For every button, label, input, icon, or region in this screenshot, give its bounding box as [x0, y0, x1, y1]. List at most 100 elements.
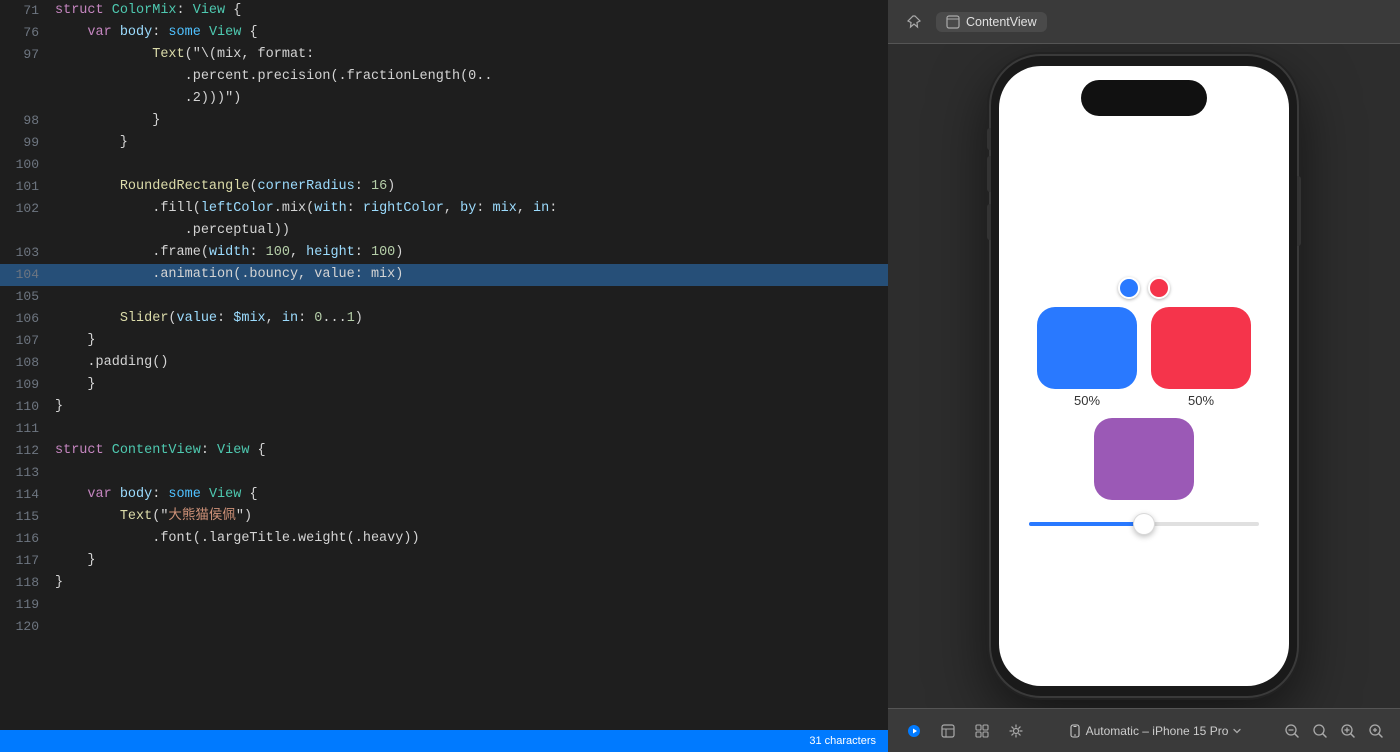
screen-content: 50% 50% [999, 116, 1289, 686]
code-line-97[interactable]: 97 Text("\(mix, format: [0, 44, 888, 66]
line-number: 71 [0, 0, 55, 22]
code-line-115[interactable]: 115 Text("大熊猫侯佩") [0, 506, 888, 528]
inspect-button[interactable] [934, 717, 962, 745]
grid-icon [975, 724, 989, 738]
content-view-badge[interactable]: ContentView [936, 12, 1047, 32]
line-number: 102 [0, 198, 55, 220]
code-line-103[interactable]: 103 .frame(width: 100, height: 100) [0, 242, 888, 264]
code-line-104[interactable]: 104 .animation(.bouncy, value: mix) [0, 264, 888, 286]
left-color-box [1037, 307, 1137, 389]
zoom-reset-icon [1368, 723, 1384, 739]
code-line-120[interactable]: 120 [0, 616, 888, 638]
code-line-106[interactable]: 106 Slider(value: $mix, in: 0...1) [0, 308, 888, 330]
bottom-left-icons [900, 717, 1030, 745]
play-icon [907, 724, 921, 738]
line-content: Text("\(mix, format: [55, 44, 888, 66]
slider-thumb[interactable] [1133, 513, 1155, 535]
code-line-109[interactable]: 109 } [0, 374, 888, 396]
mixed-color-box [1094, 418, 1194, 500]
code-line-114[interactable]: 114 var body: some View { [0, 484, 888, 506]
code-line-100[interactable]: 100 [0, 154, 888, 176]
line-number: 118 [0, 572, 55, 594]
line-number: 119 [0, 594, 55, 616]
line-content: } [55, 132, 888, 154]
slider-track [1029, 522, 1259, 526]
char-count-label: 31 characters [809, 735, 876, 747]
line-number: 109 [0, 374, 55, 396]
line-number: 117 [0, 550, 55, 572]
code-line-extra-4[interactable]: .2)))") [0, 88, 888, 110]
code-line-99[interactable]: 99 } [0, 132, 888, 154]
code-line-101[interactable]: 101 RoundedRectangle(cornerRadius: 16) [0, 176, 888, 198]
pin-icon[interactable] [900, 8, 928, 36]
line-content: } [55, 550, 888, 572]
code-line-119[interactable]: 119 [0, 594, 888, 616]
slider-container[interactable] [1029, 522, 1259, 526]
code-line-118[interactable]: 118} [0, 572, 888, 594]
preview-toolbar: ContentView [888, 0, 1400, 44]
code-line-105[interactable]: 105 [0, 286, 888, 308]
line-number: 115 [0, 506, 55, 528]
code-line-108[interactable]: 108 .padding() [0, 352, 888, 374]
play-button[interactable] [900, 717, 928, 745]
line-content: struct ColorMix: View { [55, 0, 888, 22]
volume-up-button [987, 156, 991, 192]
line-content: .frame(width: 100, height: 100) [55, 242, 888, 264]
line-number: 107 [0, 330, 55, 352]
editor-panel: 71struct ColorMix: View {76 var body: so… [0, 0, 888, 752]
dynamic-island [1081, 80, 1207, 116]
preview-canvas: 50% 50% [888, 44, 1400, 708]
settings-icon [1009, 724, 1023, 738]
zoom-in-button[interactable] [1336, 719, 1360, 743]
settings-button[interactable] [1002, 717, 1030, 745]
line-number: 111 [0, 418, 55, 440]
code-area[interactable]: 71struct ColorMix: View {76 var body: so… [0, 0, 888, 730]
color-circles-row [1118, 277, 1170, 299]
code-line-98[interactable]: 98 } [0, 110, 888, 132]
line-number: 76 [0, 22, 55, 44]
code-line-extra-10[interactable]: .perceptual)) [0, 220, 888, 242]
code-line-110[interactable]: 110} [0, 396, 888, 418]
code-line-117[interactable]: 117 } [0, 550, 888, 572]
zoom-reset-button[interactable] [1364, 719, 1388, 743]
code-line-102[interactable]: 102 .fill(leftColor.mix(with: rightColor… [0, 198, 888, 220]
line-number: 97 [0, 44, 55, 66]
code-line-extra-3[interactable]: .percent.precision(.fractionLength(0.. [0, 66, 888, 88]
code-line-116[interactable]: 116 .font(.largeTitle.weight(.heavy)) [0, 528, 888, 550]
line-number: 110 [0, 396, 55, 418]
zoom-out-button[interactable] [1280, 719, 1304, 743]
editor-status-bar: 31 characters [0, 730, 888, 752]
line-content: } [55, 374, 888, 396]
zoom-fit-button[interactable] [1308, 719, 1332, 743]
iphone-frame: 50% 50% [991, 56, 1297, 696]
line-content: .2)))") [55, 88, 888, 110]
right-color-box [1151, 307, 1251, 389]
iphone-screen: 50% 50% [999, 66, 1289, 686]
left-color-label: 50% [1074, 393, 1100, 408]
zoom-in-icon [1340, 723, 1356, 739]
right-color-circle [1148, 277, 1170, 299]
line-number: 98 [0, 110, 55, 132]
code-line-111[interactable]: 111 [0, 418, 888, 440]
code-line-71[interactable]: 71struct ColorMix: View { [0, 0, 888, 22]
device-selector[interactable]: Automatic – iPhone 15 Pro [1060, 721, 1251, 741]
line-content: Text("大熊猫侯佩") [55, 506, 888, 528]
code-line-107[interactable]: 107 } [0, 330, 888, 352]
line-content: Slider(value: $mix, in: 0...1) [55, 308, 888, 330]
grid-button[interactable] [968, 717, 996, 745]
line-content: struct ContentView: View { [55, 440, 888, 462]
code-line-113[interactable]: 113 [0, 462, 888, 484]
line-number: 112 [0, 440, 55, 462]
line-content: } [55, 110, 888, 132]
zoom-fit-icon [1312, 723, 1328, 739]
line-number: 116 [0, 528, 55, 550]
line-number: 105 [0, 286, 55, 308]
line-number: 104 [0, 264, 55, 286]
line-content: .font(.largeTitle.weight(.heavy)) [55, 528, 888, 550]
code-line-112[interactable]: 112struct ContentView: View { [0, 440, 888, 462]
line-content: } [55, 572, 888, 594]
volume-down-button [987, 204, 991, 240]
slider-fill [1029, 522, 1144, 526]
code-line-76[interactable]: 76 var body: some View { [0, 22, 888, 44]
line-number: 106 [0, 308, 55, 330]
